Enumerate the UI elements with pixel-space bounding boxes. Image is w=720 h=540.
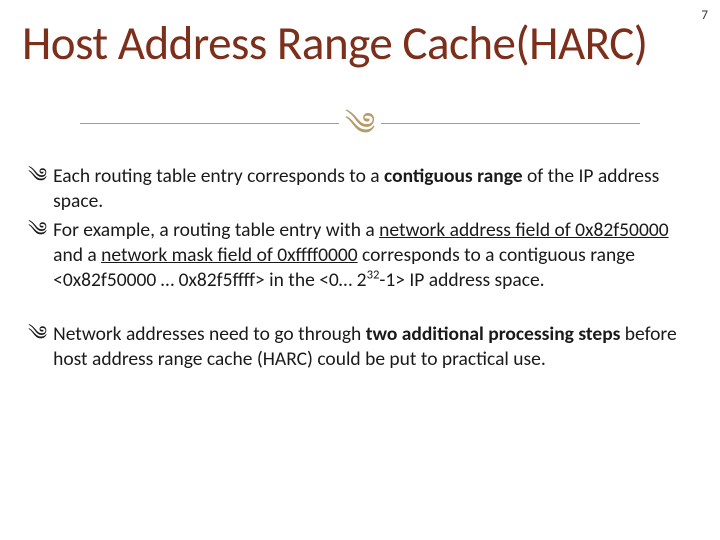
page-number: 7 [701,8,708,23]
bullet-item: ༄ Each routing table entry corresponds t… [28,164,692,214]
text-superscript: 32 [367,267,380,282]
divider: ༄ [0,78,720,164]
text-bold: contiguous range [384,164,523,188]
text-underline: network address field of 0x82f50000 [379,218,668,242]
bullet-text: Each routing table entry corresponds to … [53,164,692,214]
text-underline: network mask field of 0xffff0000 [101,243,358,267]
bullet-item: ༄ For example, a routing table entry wit… [28,218,692,293]
text-segment: and a [53,243,101,267]
bullet-item: ༄ Network addresses need to go through t… [28,322,692,372]
flourish-icon: ༄ [345,108,376,140]
text-bold: two additional processing steps [366,322,621,346]
slide-title: Host Address Range Cache(HARC) [0,0,720,78]
text-segment: Network addresses need to go through [53,322,366,346]
text-segment: For example, a routing table entry with … [53,218,379,242]
divider-line-left [80,123,339,125]
bullet-text: Network addresses need to go through two… [53,322,692,372]
text-segment: Each routing table entry corresponds to … [53,164,384,188]
text-segment: -1> IP address space. [379,268,544,292]
flourish-icon: ༄ [28,218,47,293]
divider-line-right [381,123,640,125]
slide-content: ༄ Each routing table entry corresponds t… [0,164,720,373]
bullet-text: For example, a routing table entry with … [53,218,692,293]
flourish-icon: ༄ [28,164,47,214]
flourish-icon: ༄ [28,322,47,372]
